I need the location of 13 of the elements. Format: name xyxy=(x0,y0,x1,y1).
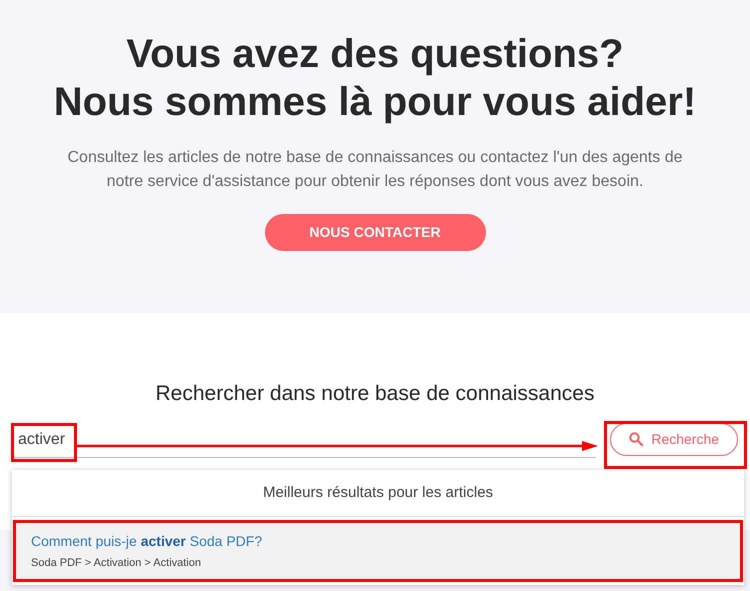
search-heading: Rechercher dans notre base de connaissances xyxy=(154,381,596,407)
contact-button[interactable]: NOUS CONTACTER xyxy=(264,214,486,251)
search-icon xyxy=(629,432,644,446)
search-button[interactable]: Recherche xyxy=(610,422,738,456)
annotation-box xyxy=(11,423,77,462)
hero-title: Nous sommes là pour vous aider! xyxy=(54,79,696,126)
search-field[interactable]: activer xyxy=(12,424,76,456)
result-breadcrumb: Soda PDF > Activation > Activation xyxy=(31,556,202,571)
hero-title: Vous avez des questions? xyxy=(126,31,624,78)
result-title[interactable]: Comment puis-je activer Soda PDF? xyxy=(31,530,740,552)
hero-description: Consultez les articles de notre base de connaissances ou contactez l'un des agents de notre service d'assistance pour obtenir les réponses dont vous avez besoin. xyxy=(66,148,684,192)
results-header: Meilleurs résultats pour les articles xyxy=(12,470,744,517)
result-item[interactable]: Comment puis-je activer Soda PDF? Soda PDF > Activation > Activation xyxy=(13,520,743,582)
